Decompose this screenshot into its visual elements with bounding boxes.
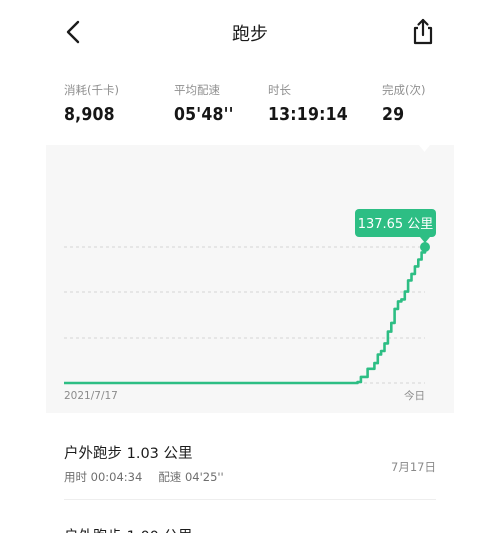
summary-stats: 消耗(千卡) 8,908 平均配速 05'48'' 时长 13:19:14 完成… bbox=[0, 82, 500, 132]
stat-completed: 完成(次) 29 bbox=[382, 82, 425, 125]
x-axis-start-label: 2021/7/17 bbox=[64, 390, 118, 402]
chart-pointer-notch bbox=[419, 145, 430, 152]
share-icon bbox=[413, 18, 433, 45]
distance-chart[interactable]: 137.65 公里 2021/7/17 今日 bbox=[46, 145, 454, 413]
record-title: 户外跑步 1.00 公里 bbox=[64, 525, 436, 533]
distance-series-line bbox=[64, 247, 427, 385]
record-meta: 用时 00:04:34 配速 04'25'' bbox=[64, 469, 436, 485]
x-axis-end-label: 今日 bbox=[404, 389, 425, 402]
stat-label: 消耗(千卡) bbox=[64, 83, 119, 97]
series-end-point bbox=[420, 242, 430, 252]
stat-label: 完成(次) bbox=[382, 83, 426, 97]
list-item[interactable]: 户外跑步 1.00 公里 bbox=[64, 525, 436, 533]
share-button[interactable] bbox=[408, 16, 438, 48]
total-distance-label: 137.65 公里 bbox=[358, 217, 434, 232]
badge-arrow bbox=[420, 237, 430, 243]
app-header: 跑步 bbox=[0, 0, 500, 64]
stat-label: 时长 bbox=[268, 83, 291, 97]
record-date: 7月17日 bbox=[391, 460, 436, 474]
record-pace: 配速 04'25'' bbox=[158, 470, 224, 484]
stat-calories: 消耗(千卡) 8,908 bbox=[64, 82, 119, 125]
stat-value: 05'48'' bbox=[174, 105, 234, 125]
record-duration: 用时 00:04:34 bbox=[64, 470, 143, 484]
distance-chart-svg: 137.65 公里 2021/7/17 今日 bbox=[64, 145, 436, 402]
stat-value: 13:19:14 bbox=[268, 105, 348, 125]
stat-avg-pace: 平均配速 05'48'' bbox=[174, 82, 234, 125]
divider bbox=[64, 499, 436, 500]
list-item[interactable]: 户外跑步 1.03 公里 用时 00:04:34 配速 04'25'' 7月17日 bbox=[64, 442, 436, 485]
stat-value: 8,908 bbox=[64, 105, 115, 125]
stat-label: 平均配速 bbox=[174, 83, 220, 97]
stat-value: 29 bbox=[382, 105, 405, 125]
stat-duration: 时长 13:19:14 bbox=[268, 82, 348, 125]
record-title: 户外跑步 1.03 公里 bbox=[64, 446, 193, 462]
